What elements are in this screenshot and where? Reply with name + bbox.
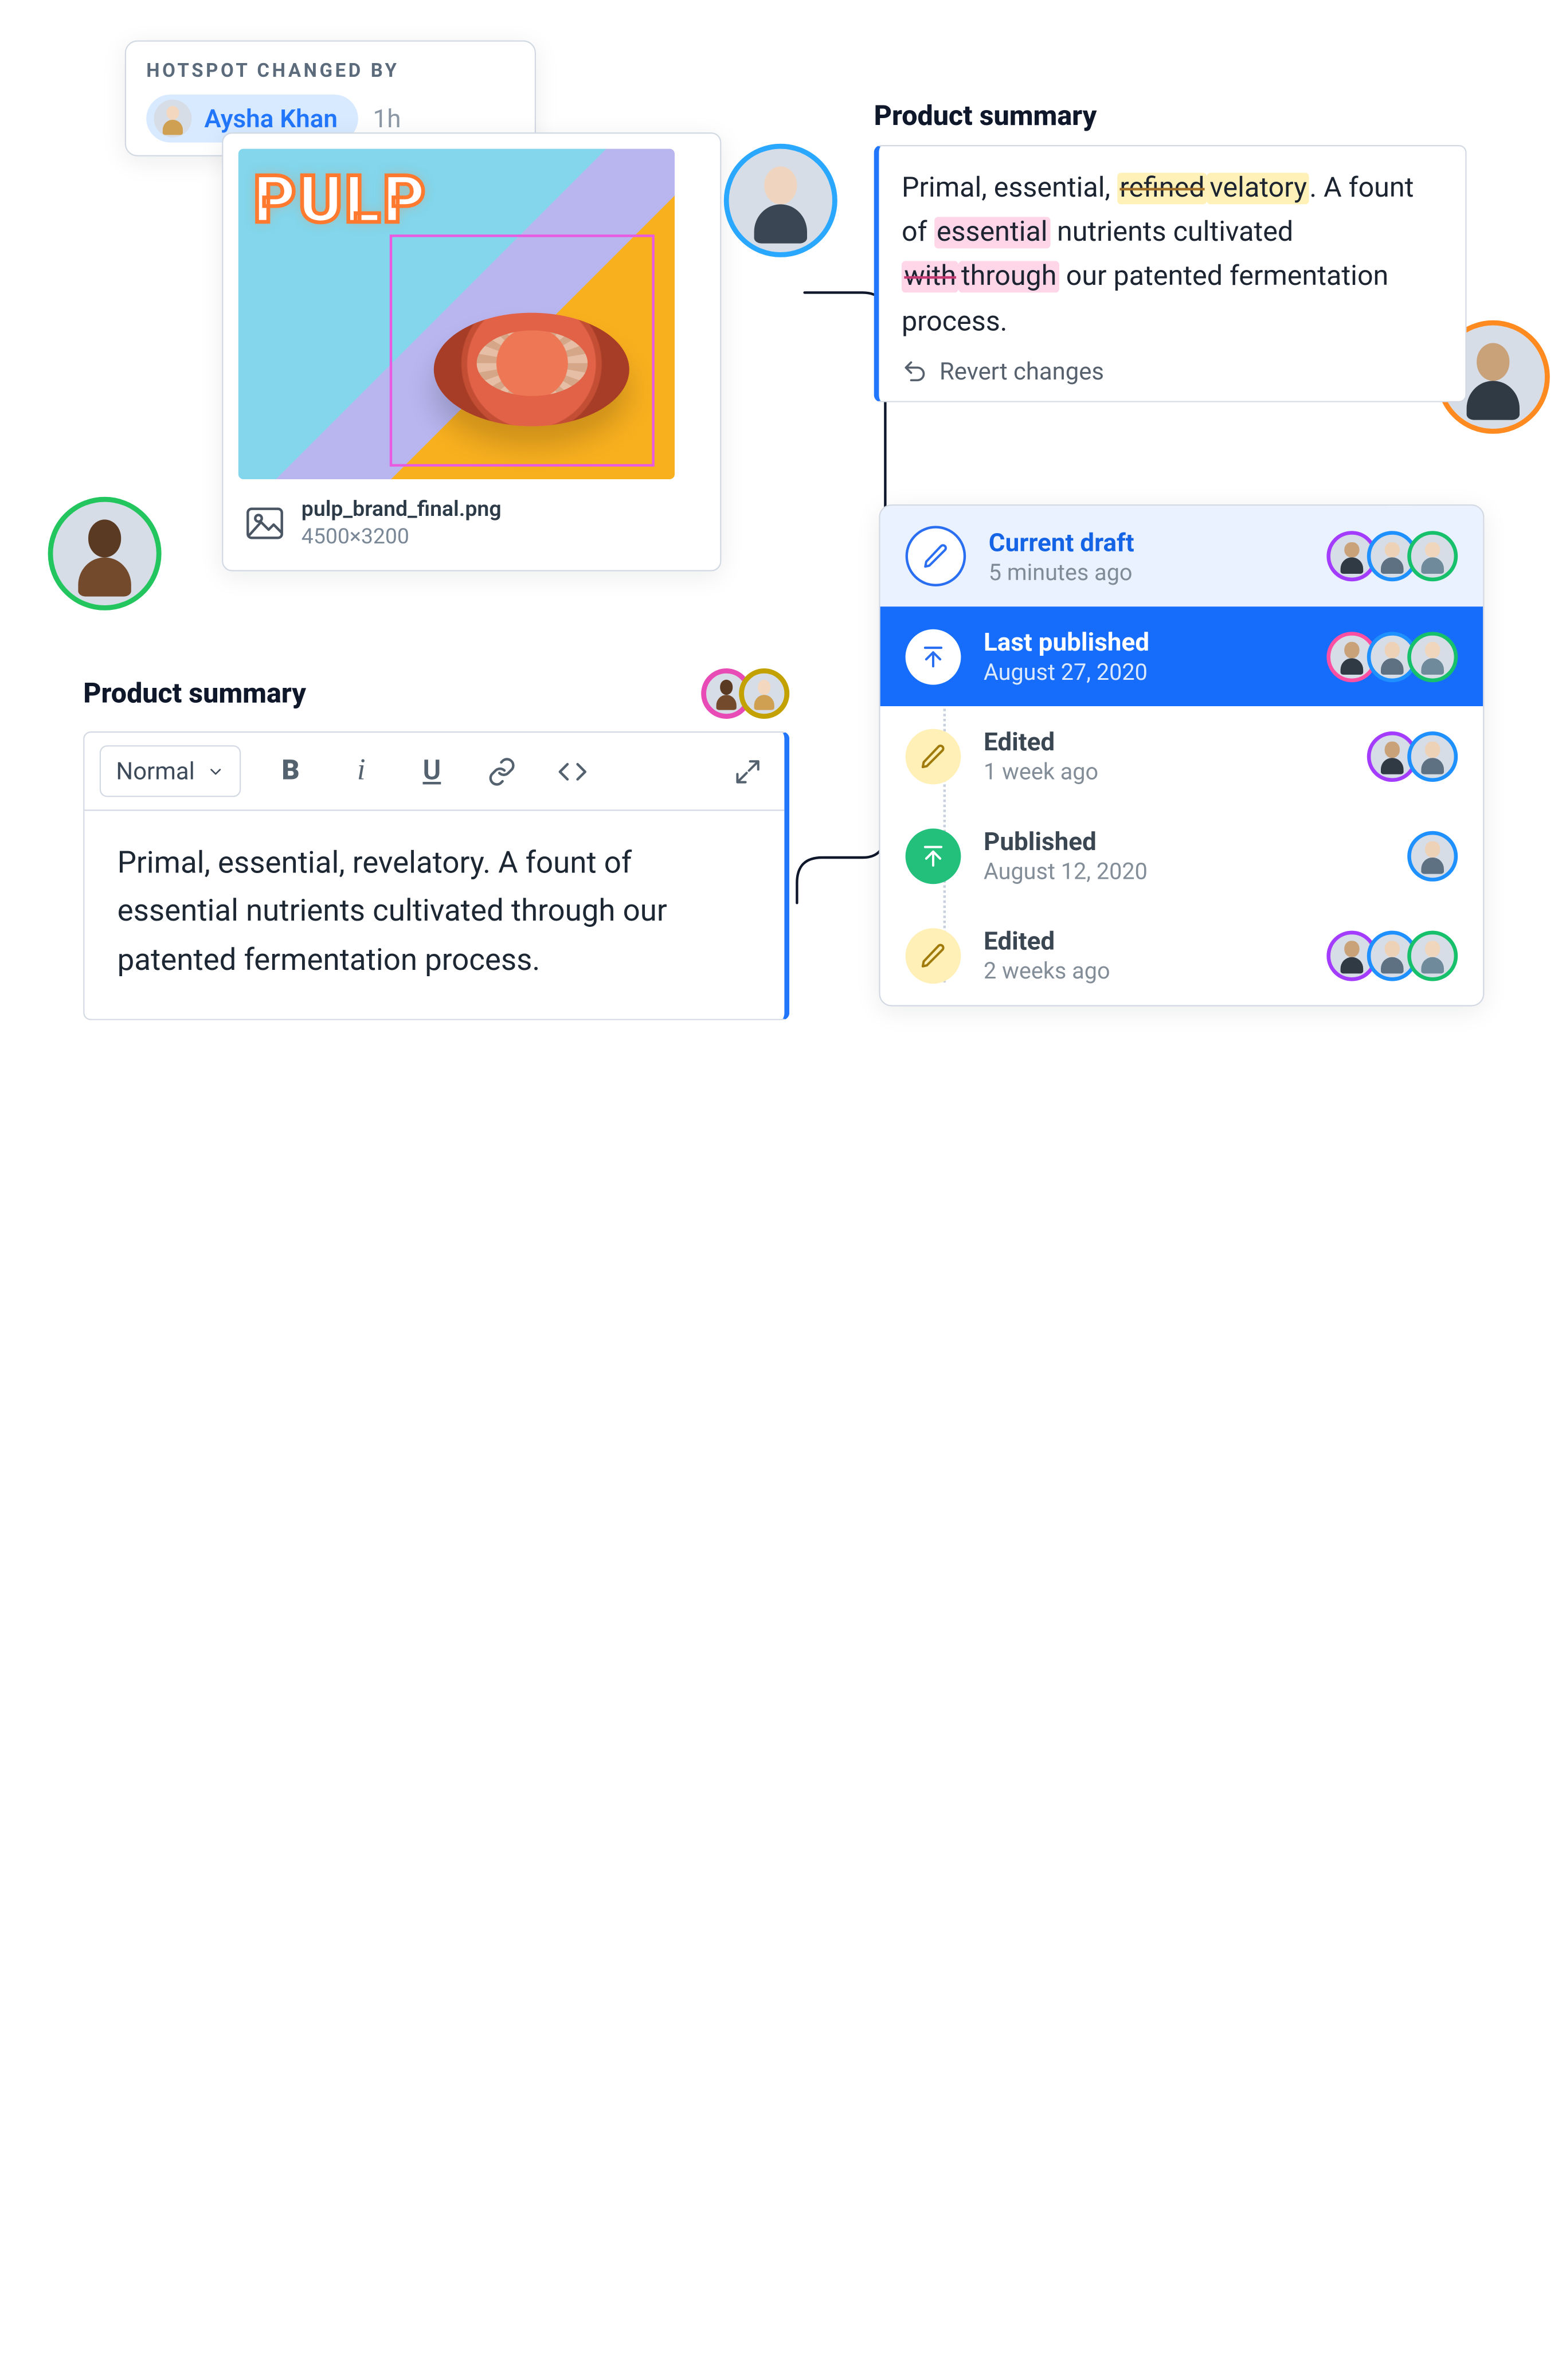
history-item-published[interactable]: Published August 12, 2020 <box>880 806 1483 906</box>
avatar <box>154 100 191 138</box>
diff-text-fragment: Primal, essential, <box>902 173 1117 204</box>
pencil-icon <box>906 526 966 586</box>
underline-button[interactable]: U <box>410 750 453 793</box>
hotspot-rect[interactable] <box>390 234 655 467</box>
history-sub: August 27, 2020 <box>984 660 1304 686</box>
publish-icon <box>906 629 961 684</box>
added-text: velatory <box>1207 173 1309 204</box>
expand-icon <box>734 757 761 785</box>
pencil-icon <box>906 729 961 784</box>
history-avatars <box>1367 731 1458 781</box>
rich-text-editor[interactable]: Normal B i U Primal, esse <box>83 731 789 1020</box>
history-avatars <box>1326 531 1458 581</box>
history-sub: 2 weeks ago <box>984 958 1304 985</box>
revert-label: Revert changes <box>939 357 1104 386</box>
history-title: Last published <box>984 627 1304 657</box>
avatar <box>1407 531 1458 581</box>
asset-filename: pulp_brand_final.png <box>302 497 502 522</box>
history-item-edited[interactable]: Edited 2 weeks ago <box>880 906 1483 1005</box>
link-icon <box>487 756 518 786</box>
editor-body[interactable]: Primal, essential, revelatory. A fount o… <box>84 811 784 1019</box>
avatar <box>1407 831 1458 881</box>
pencil-icon <box>906 927 961 983</box>
diff-heading: Product summary <box>874 101 1467 132</box>
avatar <box>1407 930 1458 981</box>
history-title: Published <box>984 826 1385 856</box>
brand-wordmark: PULP <box>253 162 428 238</box>
expand-button[interactable] <box>726 750 769 793</box>
asset-image[interactable]: PULP <box>238 149 675 479</box>
added-text: through <box>958 261 1059 293</box>
link-button[interactable] <box>481 750 524 793</box>
history-sub: 1 week ago <box>984 759 1344 785</box>
highlighted-text: essential <box>934 217 1050 249</box>
diff-box: Primal, essential, refinedvelatory. A fo… <box>874 145 1467 402</box>
history-sub: 5 minutes ago <box>989 559 1304 586</box>
removed-text: with <box>902 261 958 293</box>
history-sub: August 12, 2020 <box>984 859 1385 885</box>
chevron-down-icon <box>208 762 225 780</box>
revert-changes-button[interactable]: Revert changes <box>902 357 1104 386</box>
popover-title: HOTSPOT CHANGED BY <box>146 59 514 82</box>
code-icon <box>558 756 588 786</box>
editor-toolbar: Normal B i U <box>84 733 784 811</box>
history-item-selected[interactable]: Last published August 27, 2020 <box>880 606 1483 706</box>
italic-button[interactable]: i <box>340 750 383 793</box>
code-button[interactable] <box>551 750 594 793</box>
style-select-label: Normal <box>116 757 194 786</box>
presence-avatar-blue <box>729 149 832 252</box>
history-avatars <box>1326 930 1458 981</box>
diff-panel: Product summary Primal, essential, refin… <box>874 101 1467 402</box>
asset-dimensions: 4500×3200 <box>302 524 502 550</box>
history-avatars <box>1326 631 1458 682</box>
diff-text-fragment: nutrients cultivated <box>1050 217 1293 249</box>
user-name: Aysha Khan <box>204 103 338 134</box>
history-avatars <box>1407 831 1458 881</box>
removed-text: refined <box>1117 173 1207 204</box>
asset-card[interactable]: PULP pulp_brand_final.png 4500×3200 <box>222 132 721 571</box>
history-title: Edited <box>984 726 1344 757</box>
bold-button[interactable]: B <box>269 750 312 793</box>
connector-line <box>789 290 888 903</box>
editor-panel: Product summary Normal B i U <box>83 668 789 1020</box>
asset-meta: pulp_brand_final.png 4500×3200 <box>238 479 705 555</box>
style-select[interactable]: Normal <box>100 745 241 797</box>
publish-icon <box>906 828 961 883</box>
avatar <box>1407 731 1458 781</box>
image-icon <box>246 507 284 539</box>
avatar <box>1407 631 1458 682</box>
time-ago: 1h <box>373 103 401 134</box>
diff-text: Primal, essential, refinedvelatory. A fo… <box>902 166 1443 344</box>
history-item-edited[interactable]: Edited 1 week ago <box>880 706 1483 806</box>
history-title: Edited <box>984 926 1304 956</box>
history-panel: Current draft 5 minutes ago Last publish… <box>879 504 1484 1007</box>
avatar <box>739 668 789 719</box>
editor-presence <box>701 668 789 719</box>
editor-heading: Product summary <box>83 678 306 710</box>
undo-icon <box>902 358 927 383</box>
presence-avatar-green <box>53 502 156 605</box>
history-title: Current draft <box>989 527 1304 557</box>
history-item-draft[interactable]: Current draft 5 minutes ago <box>880 506 1483 606</box>
